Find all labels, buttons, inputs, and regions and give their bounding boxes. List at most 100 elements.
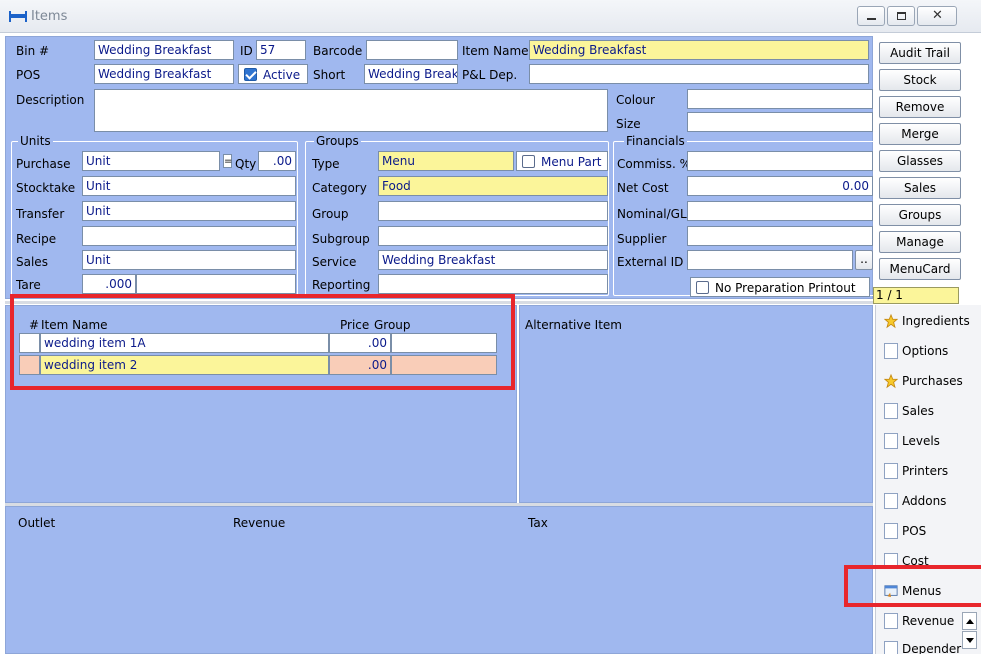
- document-icon: [884, 343, 898, 359]
- tab-sales[interactable]: Sales: [878, 398, 976, 424]
- qty-field[interactable]: .00: [258, 151, 296, 171]
- external-id-browse-button[interactable]: ..: [855, 250, 873, 270]
- scroll-down-button[interactable]: [962, 631, 977, 649]
- financials-title: Financials: [624, 134, 687, 148]
- no-prep-check-icon: [696, 281, 709, 294]
- document-icon: [884, 613, 898, 629]
- menucard-button[interactable]: MenuCard: [879, 258, 961, 280]
- tab-addons[interactable]: Addons: [878, 488, 976, 514]
- close-button[interactable]: ✕: [917, 6, 957, 26]
- maximize-button[interactable]: [887, 6, 915, 26]
- transfer-field[interactable]: Unit: [82, 201, 296, 221]
- minimize-button[interactable]: [857, 6, 885, 26]
- pos-field[interactable]: Wedding Breakfast: [94, 64, 234, 84]
- reporting-field[interactable]: [378, 274, 608, 294]
- type-field[interactable]: Menu: [378, 151, 514, 171]
- recipe-label: Recipe: [16, 232, 57, 246]
- menu-part-checkbox[interactable]: Menu Part: [516, 151, 608, 171]
- pl-dep-field[interactable]: [529, 64, 869, 84]
- stocktake-field[interactable]: Unit: [82, 176, 296, 196]
- stocktake-label: Stocktake: [16, 181, 76, 195]
- document-icon: [884, 403, 898, 419]
- supplier-label: Supplier: [617, 232, 667, 246]
- revenue-pane: [5, 506, 873, 654]
- glasses-button[interactable]: Glasses: [879, 150, 961, 172]
- subgroup-field[interactable]: [378, 226, 608, 246]
- merge-button[interactable]: Merge: [879, 123, 961, 145]
- tab-label: Purchases: [902, 374, 963, 388]
- size-field[interactable]: [687, 112, 873, 132]
- document-icon: [884, 433, 898, 449]
- external-id-field[interactable]: [687, 250, 853, 270]
- description-field[interactable]: [94, 89, 608, 132]
- tab-label: Depender: [902, 642, 962, 654]
- short-label: Short: [313, 68, 346, 82]
- groups-title: Groups: [314, 134, 361, 148]
- sales-button[interactable]: Sales: [879, 177, 961, 199]
- active-label: Active: [263, 68, 301, 82]
- tab-pos[interactable]: POS: [878, 518, 976, 544]
- no-prep-checkbox[interactable]: No Preparation Printout: [690, 277, 870, 297]
- tab-label: Printers: [902, 464, 949, 478]
- bin-label: Bin #: [16, 44, 50, 58]
- alternative-item-pane: [519, 305, 873, 503]
- group-label: Group: [312, 207, 349, 221]
- tab-purchases[interactable]: Purchases: [878, 368, 976, 394]
- type-label: Type: [312, 157, 340, 171]
- barcode-label: Barcode: [313, 44, 363, 58]
- commiss-label: Commiss. %: [617, 157, 691, 171]
- tab-depender[interactable]: Depender: [878, 636, 962, 654]
- active-checkbox[interactable]: Active: [238, 64, 308, 84]
- app-icon: [9, 11, 27, 22]
- tare-field[interactable]: .000: [82, 274, 136, 294]
- annotation-highlight-box-menus: [844, 565, 981, 607]
- manage-button[interactable]: Manage: [879, 231, 961, 253]
- external-id-label: External ID: [617, 255, 684, 269]
- tab-options[interactable]: Options: [878, 338, 976, 364]
- sales-unit-label: Sales: [16, 255, 48, 269]
- category-field[interactable]: Food: [378, 176, 608, 196]
- scroll-up-button[interactable]: [962, 612, 977, 630]
- col-revenue-header: Revenue: [233, 516, 286, 530]
- maximize-icon: [897, 12, 906, 20]
- equals-sign: =: [223, 154, 233, 168]
- alternative-item-title: Alternative Item: [525, 318, 622, 332]
- service-field[interactable]: Wedding Breakfast: [378, 250, 608, 270]
- tab-revenue[interactable]: Revenue: [878, 608, 962, 634]
- group-field[interactable]: [378, 201, 608, 221]
- nominal-field[interactable]: [687, 201, 873, 221]
- remove-button[interactable]: Remove: [879, 96, 961, 118]
- pl-dep-label: P&L Dep.: [462, 68, 518, 82]
- sales-unit-field[interactable]: Unit: [82, 250, 296, 270]
- colour-field[interactable]: [687, 89, 873, 109]
- barcode-field[interactable]: [366, 40, 458, 60]
- tab-ingredients[interactable]: Ingredients: [878, 308, 976, 334]
- tab-levels[interactable]: Levels: [878, 428, 976, 454]
- id-field[interactable]: 57: [256, 40, 306, 60]
- supplier-field[interactable]: [687, 226, 873, 246]
- net-cost-field[interactable]: 0.00: [687, 176, 873, 196]
- net-cost-label: Net Cost: [617, 181, 669, 195]
- groups-button[interactable]: Groups: [879, 204, 961, 226]
- arrow-down-icon: [966, 638, 974, 643]
- audit-trail-button[interactable]: Audit Trail: [879, 42, 961, 64]
- recipe-field[interactable]: [82, 226, 296, 246]
- category-label: Category: [312, 181, 367, 195]
- window-title: Items: [31, 9, 68, 24]
- tare-field-rest[interactable]: [136, 274, 296, 294]
- bin-field[interactable]: Wedding Breakfast: [94, 40, 234, 60]
- service-label: Service: [312, 255, 357, 269]
- col-tax-header: Tax: [528, 516, 548, 530]
- item-name-field[interactable]: Wedding Breakfast: [529, 40, 869, 60]
- document-icon: [884, 463, 898, 479]
- purchase-field[interactable]: Unit: [82, 151, 220, 171]
- tab-label: POS: [902, 524, 927, 538]
- short-field[interactable]: Wedding Break: [364, 64, 458, 84]
- tab-label: Revenue: [902, 614, 955, 628]
- commiss-field[interactable]: [687, 151, 873, 171]
- annotation-highlight-box: [10, 294, 515, 390]
- size-label: Size: [616, 117, 641, 131]
- minimize-icon: [867, 18, 876, 20]
- tab-printers[interactable]: Printers: [878, 458, 976, 484]
- stock-button[interactable]: Stock: [879, 69, 961, 91]
